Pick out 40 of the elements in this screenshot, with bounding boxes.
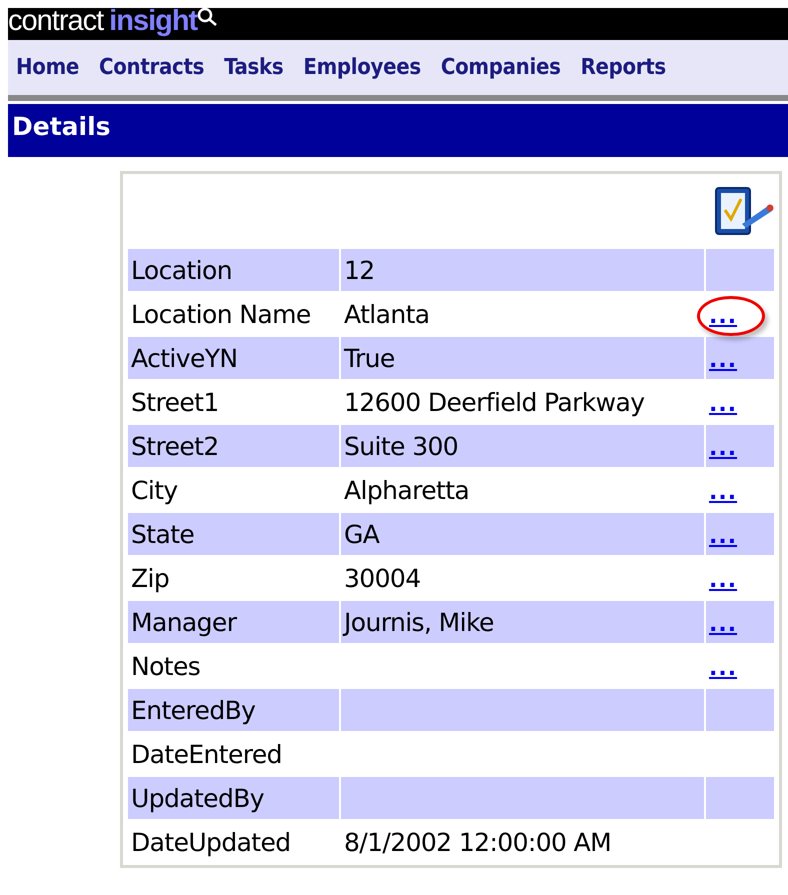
field-value: Alpharetta xyxy=(344,476,470,504)
magnifier-icon xyxy=(197,8,220,27)
field-label: Street2 xyxy=(131,432,219,460)
field-value: GA xyxy=(344,520,380,548)
field-label: Location xyxy=(131,256,232,284)
edit-checklist-icon[interactable] xyxy=(712,186,776,238)
field-label: DateEntered xyxy=(131,740,282,768)
brand-name-highlight: insight xyxy=(109,8,198,37)
edit-link[interactable]: ... xyxy=(709,480,738,504)
field-label: State xyxy=(131,520,194,548)
nav-link[interactable]: Employees xyxy=(303,55,421,80)
field-value: Atlanta xyxy=(344,300,430,328)
field-label: City xyxy=(131,476,178,504)
edit-link[interactable]: ... xyxy=(709,656,738,680)
field-value: 30004 xyxy=(344,564,421,592)
field-label: ActiveYN xyxy=(131,344,238,372)
field-label: DateUpdated xyxy=(131,828,291,856)
field-value: Journis, Mike xyxy=(344,608,494,636)
nav-link[interactable]: Home xyxy=(16,55,80,80)
nav-link[interactable]: Reports xyxy=(580,55,666,80)
field-value: 12600 Deerfield Parkway xyxy=(344,388,644,416)
field-label: EnteredBy xyxy=(131,696,256,724)
edit-link[interactable]: ... xyxy=(709,304,738,328)
field-value: 12 xyxy=(344,256,375,284)
field-label: Location Name xyxy=(131,300,311,328)
nav-link[interactable]: Tasks xyxy=(224,55,284,80)
field-label: Notes xyxy=(131,652,200,680)
edit-link[interactable]: ... xyxy=(709,392,738,416)
field-value: Suite 300 xyxy=(344,432,458,460)
field-label: UpdatedBy xyxy=(131,784,264,812)
edit-link[interactable]: ... xyxy=(709,568,738,592)
nav-link[interactable]: Contracts xyxy=(99,55,204,80)
field-value: 8/1/2002 12:00:00 AM xyxy=(344,828,612,856)
field-value: True xyxy=(344,344,395,372)
nav-link[interactable]: Companies xyxy=(440,55,561,80)
field-label: Zip xyxy=(131,564,170,592)
field-label: Manager xyxy=(131,608,236,636)
brand-name: contract xyxy=(8,8,104,37)
field-label: Street1 xyxy=(131,388,219,416)
section-title: Details xyxy=(11,111,111,141)
